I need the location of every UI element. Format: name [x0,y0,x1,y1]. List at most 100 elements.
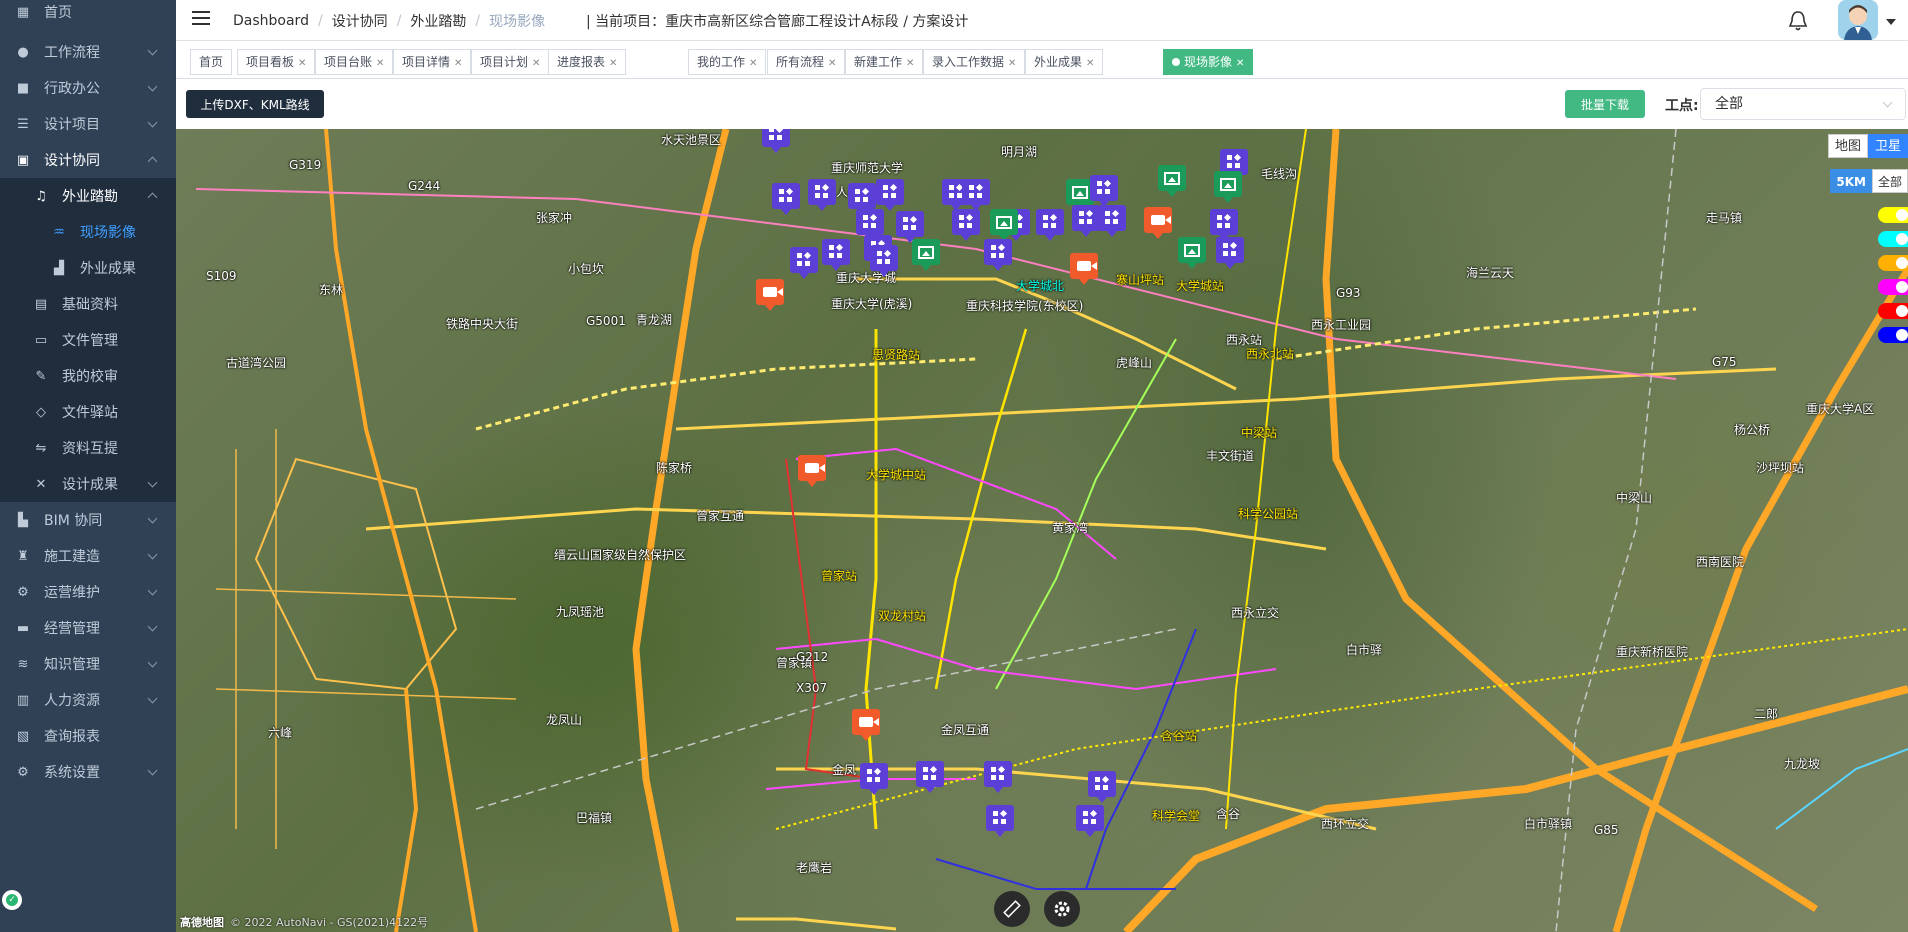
photo-marker[interactable] [986,805,1014,837]
range-5km[interactable]: 5KM [1830,169,1872,193]
video-marker[interactable] [798,455,826,487]
sidebar-item-design-project[interactable]: ☰ 设计项目 [0,106,176,142]
photo-marker[interactable] [952,209,980,241]
close-icon[interactable]: ✕ [532,58,540,69]
breadcrumb-item[interactable]: 外业踏勘 [410,11,466,31]
close-icon[interactable]: ✕ [454,58,462,69]
breadcrumb-item[interactable]: 设计协同 [332,11,388,31]
layer-toggle-magenta[interactable] [1878,279,1908,295]
sidebar-item-file-station[interactable]: ◇ 文件驿站 [0,394,176,430]
range-all[interactable]: 全部 [1871,169,1908,193]
sidebar-item-bim[interactable]: ▙ BIM 协同 [0,502,176,538]
photo-marker[interactable] [916,761,944,793]
photo-marker[interactable] [876,179,904,211]
image-marker[interactable] [1214,171,1242,203]
sidebar-item-workflow[interactable]: ● 工作流程 [0,34,176,70]
tag-new-work[interactable]: 新建工作 ✕ [845,49,924,75]
close-icon[interactable]: ✕ [828,58,836,69]
image-marker[interactable] [1178,237,1206,269]
upload-route-button[interactable]: 上传DXF、KML路线 [186,90,324,118]
layer-toggle-red[interactable] [1878,303,1908,319]
layer-toggle-yellow[interactable] [1878,207,1908,223]
photo-marker[interactable] [870,245,898,277]
close-icon[interactable]: ✕ [1236,58,1244,69]
photo-marker[interactable] [984,761,1012,793]
breadcrumb-item[interactable]: Dashboard [233,13,309,29]
close-icon[interactable]: ✕ [749,58,757,69]
photo-marker[interactable] [822,239,850,271]
shield-icon[interactable]: ✓ [2,890,22,910]
layer-toggle-blue[interactable] [1878,327,1908,343]
photo-marker[interactable] [984,239,1012,271]
ruler-icon[interactable] [994,891,1030,927]
map-view[interactable]: 水天池景区 重庆师范大学 明月湖 人民医院 毛线沟 重庆大学城 大学城北 寨山坪… [176,129,1908,932]
batch-download-button[interactable]: 批量下载 [1565,90,1645,118]
photo-marker[interactable] [962,179,990,211]
tag-all-flows[interactable]: 所有流程 ✕ [767,49,846,75]
sidebar-item-home[interactable]: ▦ 首页 [0,0,176,24]
sidebar-item-field-results[interactable]: ▟ 外业成果 [0,250,176,286]
sidebar-item-design-results[interactable]: ✕ 设计成果 [0,466,176,502]
close-icon[interactable]: ✕ [1008,58,1016,69]
tag-home[interactable]: 首页 [190,49,233,75]
photo-marker[interactable] [762,129,790,153]
sidebar-item-basic-data[interactable]: ▤ 基础资料 [0,286,176,322]
sidebar-item-reports[interactable]: ▧ 查询报表 [0,718,176,754]
tag-project-board[interactable]: 项目看板 ✕ [237,49,316,75]
tag-enter-data[interactable]: 录入工作数据 ✕ [923,49,1026,75]
workpoint-select[interactable]: 全部 [1700,88,1906,120]
photo-marker[interactable] [1098,205,1126,237]
sidebar-item-data-exchange[interactable]: ⇋ 资料互提 [0,430,176,466]
photo-marker[interactable] [1076,805,1104,837]
sidebar-item-operation[interactable]: ⚙ 运营维护 [0,574,176,610]
sidebar-item-my-review[interactable]: ✎ 我的校审 [0,358,176,394]
sidebar-item-site-images[interactable]: ♒ 现场影像 [0,214,176,250]
close-icon[interactable]: ✕ [906,58,914,69]
video-marker[interactable] [1070,253,1098,285]
photo-marker[interactable] [1088,771,1116,803]
photo-marker[interactable] [1036,209,1064,241]
sidebar-item-construction[interactable]: ♜ 施工建造 [0,538,176,574]
sidebar-item-hr[interactable]: ▥ 人力资源 [0,682,176,718]
tag-field-results[interactable]: 外业成果 ✕ [1025,49,1104,75]
photo-marker[interactable] [1072,205,1100,237]
close-icon[interactable]: ✕ [609,58,617,69]
sidebar-item-design-collab[interactable]: ▣ 设计协同 [0,142,176,178]
tag-project-ledger[interactable]: 项目台账 ✕ [315,49,394,75]
sidebar-item-admin[interactable]: ■ 行政办公 [0,70,176,106]
photo-marker[interactable] [772,183,800,215]
map-type-satellite[interactable]: 卫星 [1867,134,1908,158]
image-marker[interactable] [912,239,940,271]
photo-marker[interactable] [790,247,818,279]
close-icon[interactable]: ✕ [298,58,306,69]
close-icon[interactable]: ✕ [376,58,384,69]
tag-my-work[interactable]: 我的工作 ✕ [688,49,767,75]
sidebar-item-business[interactable]: ▬ 经营管理 [0,610,176,646]
video-marker[interactable] [852,709,880,741]
gear-icon[interactable] [1044,891,1080,927]
caret-down-icon[interactable] [1886,19,1896,25]
layer-toggle-cyan[interactable] [1878,231,1908,247]
sidebar-item-field-survey[interactable]: ♫ 外业踏勘 [0,178,176,214]
image-marker[interactable] [1158,165,1186,197]
image-marker[interactable] [990,209,1018,241]
video-marker[interactable] [756,279,784,311]
photo-marker[interactable] [808,179,836,211]
photo-marker[interactable] [860,763,888,795]
tag-progress-report[interactable]: 进度报表 ✕ [548,49,627,75]
tag-site-images[interactable]: 现场影像 ✕ [1163,49,1254,75]
photo-marker[interactable] [1090,175,1118,207]
bell-icon[interactable] [1788,10,1808,32]
map-type-map[interactable]: 地图 [1827,134,1868,158]
tag-project-plan[interactable]: 项目计划 ✕ [471,49,550,75]
sidebar-item-file-management[interactable]: ▭ 文件管理 [0,322,176,358]
sidebar-item-settings[interactable]: ⚙ 系统设置 [0,754,176,790]
video-marker[interactable] [1144,207,1172,239]
photo-marker[interactable] [1216,237,1244,269]
sidebar-item-knowledge[interactable]: ≋ 知识管理 [0,646,176,682]
hamburger-icon[interactable] [192,11,210,27]
layer-toggle-orange[interactable] [1878,255,1908,271]
avatar[interactable] [1838,0,1878,40]
close-icon[interactable]: ✕ [1086,58,1094,69]
tag-project-detail[interactable]: 项目详情 ✕ [393,49,472,75]
